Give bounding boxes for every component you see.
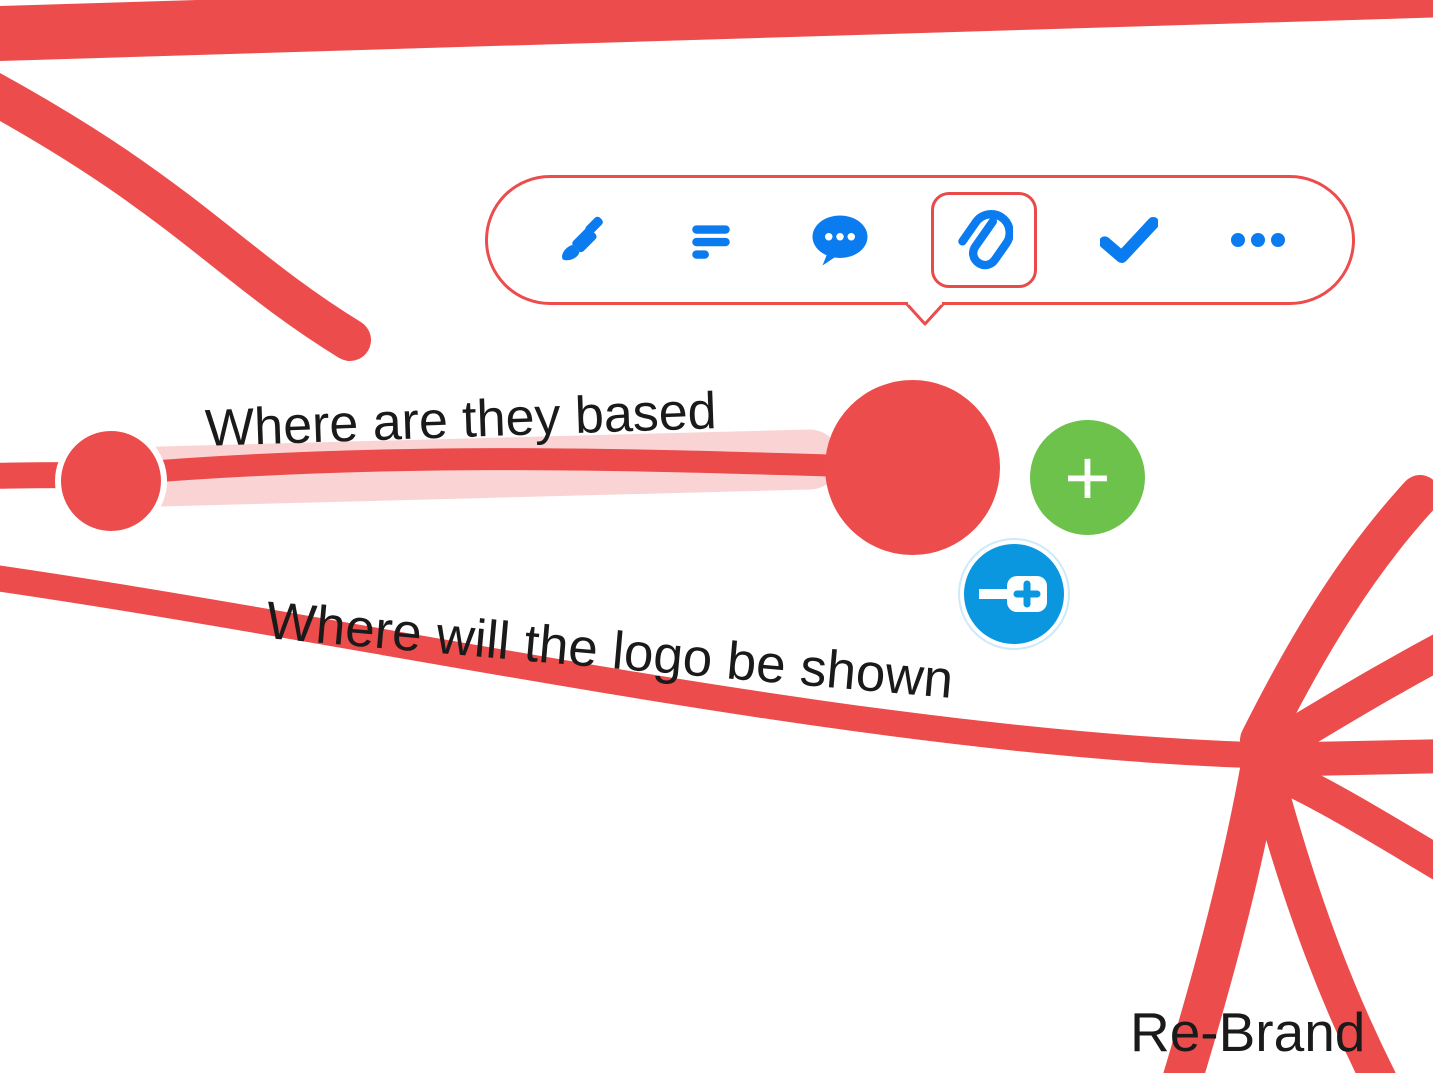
selected-node[interactable] <box>825 380 1000 555</box>
attachment-button[interactable] <box>931 192 1037 288</box>
add-connection-button[interactable] <box>960 540 1068 648</box>
branch-label-rebrand[interactable]: Re-Brand <box>1130 1000 1365 1064</box>
branch-lines <box>0 0 1433 1073</box>
more-options-button[interactable] <box>1220 203 1295 278</box>
notes-button[interactable] <box>674 203 749 278</box>
toolbar-pointer <box>905 302 945 327</box>
brush-icon <box>553 211 611 269</box>
add-sibling-button[interactable]: + <box>1030 420 1145 535</box>
branch-end-node[interactable] <box>55 425 167 537</box>
paperclip-icon <box>955 209 1013 271</box>
more-dots-icon <box>1228 230 1288 250</box>
add-connection-icon <box>979 570 1049 618</box>
notes-icon <box>686 215 736 265</box>
comment-button[interactable] <box>803 203 878 278</box>
comment-icon <box>810 213 870 268</box>
plus-icon: + <box>1064 438 1111 518</box>
task-check-button[interactable] <box>1091 203 1166 278</box>
context-toolbar <box>485 175 1355 305</box>
format-brush-button[interactable] <box>545 203 620 278</box>
mindmap-canvas[interactable]: Where are they based Where will the logo… <box>0 0 1433 1073</box>
check-icon <box>1100 215 1158 265</box>
